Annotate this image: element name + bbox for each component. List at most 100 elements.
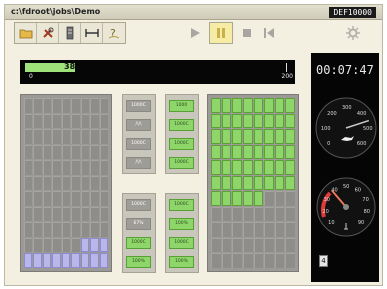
grid-cell (274, 191, 285, 206)
stop-icon (243, 29, 251, 37)
grid-cell (264, 129, 274, 144)
grid-cell (33, 237, 42, 253)
device-button[interactable] (59, 23, 81, 43)
status-slot: 100% (169, 256, 194, 268)
slot-label: 100% (132, 259, 145, 264)
grid-cell (52, 175, 61, 191)
grid-cell (52, 160, 61, 175)
grid-cell (242, 113, 253, 129)
gear-icon (346, 26, 360, 40)
help-icon: ? (108, 27, 120, 40)
grid-cell (99, 98, 108, 113)
grid-cell (242, 98, 253, 113)
settings-button[interactable] (342, 23, 364, 43)
pause-icon (217, 28, 225, 38)
status-slot: 1000C (169, 237, 194, 249)
tools-button[interactable] (37, 23, 59, 43)
speed-tick-label: 300 (342, 105, 352, 111)
grid-cell (33, 175, 42, 191)
grid-cell (52, 222, 61, 237)
grid-cell (285, 191, 295, 206)
grid-cell (242, 206, 253, 222)
rewind-button[interactable] (258, 23, 280, 43)
grid-cell (61, 222, 71, 237)
grid-cell (33, 191, 42, 206)
open-button[interactable] (15, 23, 37, 43)
grid-cell (71, 113, 80, 129)
grid-cell (285, 253, 295, 268)
grid-cell (33, 206, 42, 222)
toolbar: ? (14, 20, 366, 46)
grid-cell (24, 253, 33, 268)
grid-cell (221, 98, 232, 113)
device-icon (66, 26, 73, 40)
grid-cell (90, 206, 99, 222)
grid-cell (71, 175, 80, 191)
grid-cell (99, 160, 108, 175)
grid-cell (274, 237, 285, 253)
grid-cell (99, 175, 108, 191)
grid-cell (52, 98, 61, 113)
temp-tick-label: 30 (324, 197, 330, 203)
grid-cell (242, 191, 253, 206)
scale-min: 0 (29, 73, 33, 80)
grid-cell (24, 222, 33, 237)
grid-cell (90, 253, 99, 268)
grid-cell (285, 98, 295, 113)
grid-cell (61, 206, 71, 222)
grid-cell (232, 206, 242, 222)
column-b-bottom: 1000C 100% 1000C 100% (165, 193, 199, 273)
width-icon (84, 29, 99, 37)
grid-cell (61, 237, 71, 253)
width-button[interactable] (81, 23, 103, 43)
grid-cell (242, 144, 253, 160)
left-grid (24, 98, 108, 268)
help-button[interactable]: ? (103, 23, 125, 43)
grid-cell (42, 206, 52, 222)
grid-cell (274, 206, 285, 222)
slot-label: 1000C (174, 240, 189, 245)
slot-label: 1000C (174, 160, 189, 165)
temp-tick-label: 60 (355, 188, 361, 194)
grid-cell (242, 222, 253, 237)
grid-cell (221, 206, 232, 222)
grid-cell (242, 237, 253, 253)
play-button[interactable] (184, 23, 206, 43)
grid-cell (80, 253, 90, 268)
temp-tick-label: 10 (328, 220, 334, 226)
grid-cell (24, 191, 33, 206)
pause-button[interactable] (210, 23, 232, 43)
grid-cell (99, 144, 108, 160)
grid-cell (42, 129, 52, 144)
temp-tick-label: 80 (364, 209, 370, 215)
grid-cell (264, 98, 274, 113)
stop-button[interactable] (236, 23, 258, 43)
grid-cell (61, 113, 71, 129)
grid-cell (99, 237, 108, 253)
grid-cell (211, 237, 221, 253)
grid-cell (24, 160, 33, 175)
grid-cell (264, 175, 274, 191)
grid-cell (33, 98, 42, 113)
speed-tick-label: 400 (357, 111, 367, 117)
status-slot: 1000C (169, 138, 194, 150)
grid-cell (232, 175, 242, 191)
grid-cell (42, 113, 52, 129)
grid-cell (211, 222, 221, 237)
grid-cell (285, 129, 295, 144)
grid-cell (274, 98, 285, 113)
grid-cell (61, 175, 71, 191)
grid-cell (80, 222, 90, 237)
column-a-top: 1000C /\/\ 1000C /\/\ (122, 94, 156, 174)
slot-label: 100% (175, 259, 188, 264)
progress-value: 38 (64, 62, 76, 71)
file-tools-group: ? (14, 22, 126, 44)
grid-cell (232, 237, 242, 253)
rewind-icon (264, 28, 274, 38)
grid-cell (61, 129, 71, 144)
column-a-bottom: 1000C 67% 1000C 100% (122, 193, 156, 273)
grid-cell (99, 129, 108, 144)
grid-cell (253, 191, 264, 206)
grid-cell (221, 160, 232, 175)
grid-cell (274, 175, 285, 191)
